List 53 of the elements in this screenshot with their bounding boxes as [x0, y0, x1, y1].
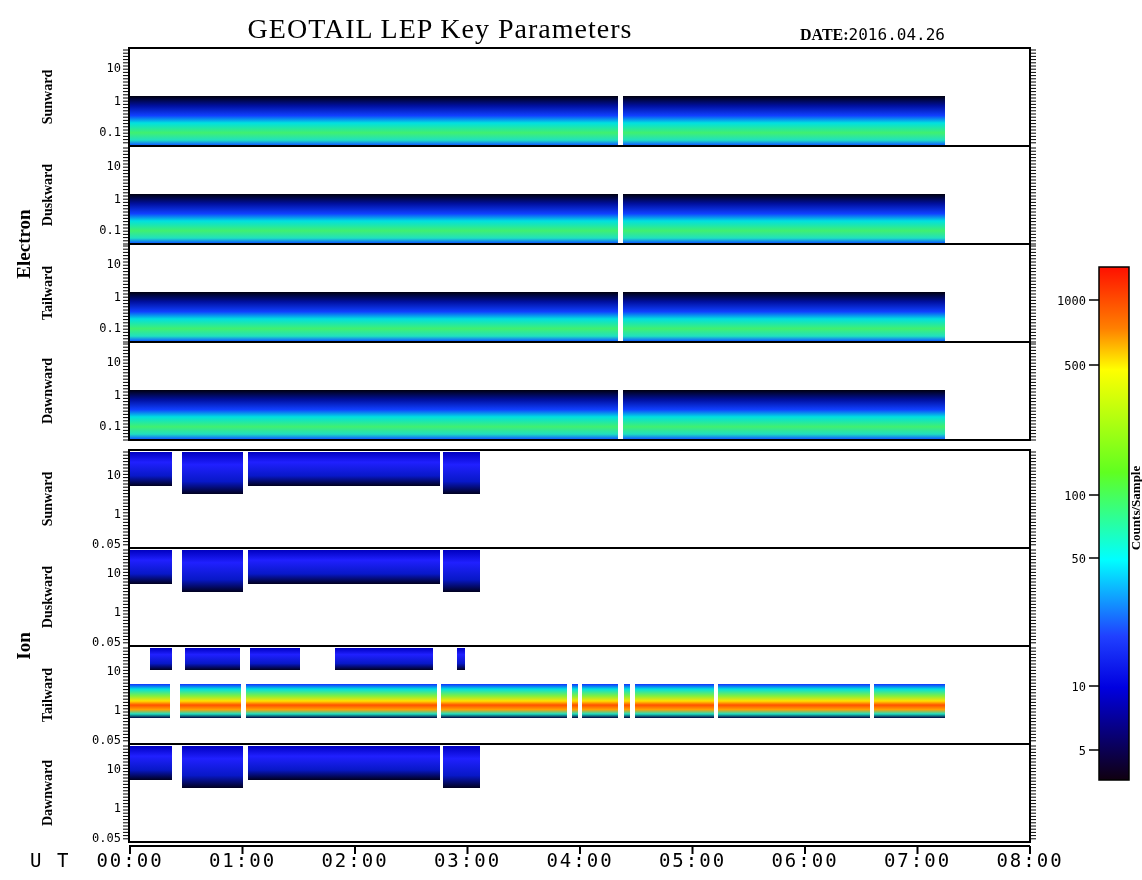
y-tick-label: 10: [106, 468, 121, 482]
time-tick-label: 07:00: [883, 849, 952, 871]
time-tick-label: 03:00: [433, 849, 502, 871]
y-tick-label: 1: [113, 388, 121, 402]
color-scale-tick-label: 5: [1078, 744, 1086, 758]
y-tick-label: 10: [106, 762, 121, 776]
time-tick-label: 00:00: [96, 849, 164, 871]
y-tick-label: 0.1: [99, 321, 121, 335]
y-tick-label: 1: [113, 192, 121, 206]
y-tick-label: 10: [106, 61, 121, 75]
color-scale-tick-label: 10: [1071, 680, 1086, 694]
panel-label: Tailward: [40, 266, 55, 320]
y-tick-label: 10: [106, 257, 121, 271]
time-tick-label: 01:00: [208, 849, 277, 871]
y-tick-label: 0.1: [99, 125, 121, 139]
panel-label: Dawnward: [40, 759, 55, 827]
color-scale-label: Counts/Sample: [1128, 465, 1142, 551]
panel-label: Duskward: [40, 163, 55, 227]
y-tick-label: 0.05: [92, 831, 121, 845]
time-tick-label: 05:00: [658, 849, 727, 871]
y-tick-label: 1: [113, 94, 121, 108]
plot-title: GEOTAIL LEP Key Parameters: [247, 13, 633, 44]
time-tick-label: 06:00: [771, 849, 839, 871]
y-tick-label: 1: [113, 801, 121, 815]
date-label: DATE:2016.04.26: [800, 25, 945, 44]
panel-label: Sunward: [40, 69, 55, 125]
panel-label: Tailward: [40, 668, 55, 722]
y-tick-label: 1: [113, 605, 121, 619]
color-scale-tick-label: 1000: [1057, 294, 1086, 308]
time-tick-label: 02:00: [321, 849, 389, 871]
y-tick-label: 0.1: [99, 419, 121, 433]
y-tick-label: 0.1: [99, 223, 121, 237]
time-tick-label: 08:00: [996, 849, 1064, 871]
y-tick-label: 10: [106, 159, 121, 173]
y-tick-label: 10: [106, 355, 121, 369]
time-tick-label: 04:00: [546, 849, 614, 871]
panel-label: Duskward: [40, 565, 55, 629]
panel-label: Dawnward: [40, 357, 55, 425]
y-tick-label: 10: [106, 566, 121, 580]
color-scale-tick-label: 100: [1064, 489, 1086, 503]
y-tick-label: 1: [113, 507, 121, 521]
color-scale-tick-label: 50: [1071, 552, 1086, 566]
color-scale-tick-label: 500: [1064, 359, 1086, 373]
group-label: Electron: [13, 209, 34, 279]
y-tick-label: 0.05: [92, 733, 121, 747]
time-axis-label: U T: [30, 849, 71, 871]
y-tick-label: 10: [106, 664, 121, 678]
y-tick-label: 0.05: [92, 635, 121, 649]
group-label: Ion: [13, 632, 34, 660]
y-tick-label: 1: [113, 290, 121, 304]
y-tick-label: 1: [113, 703, 121, 717]
panel-label: Sunward: [40, 471, 55, 527]
y-tick-label: 0.05: [92, 537, 121, 551]
